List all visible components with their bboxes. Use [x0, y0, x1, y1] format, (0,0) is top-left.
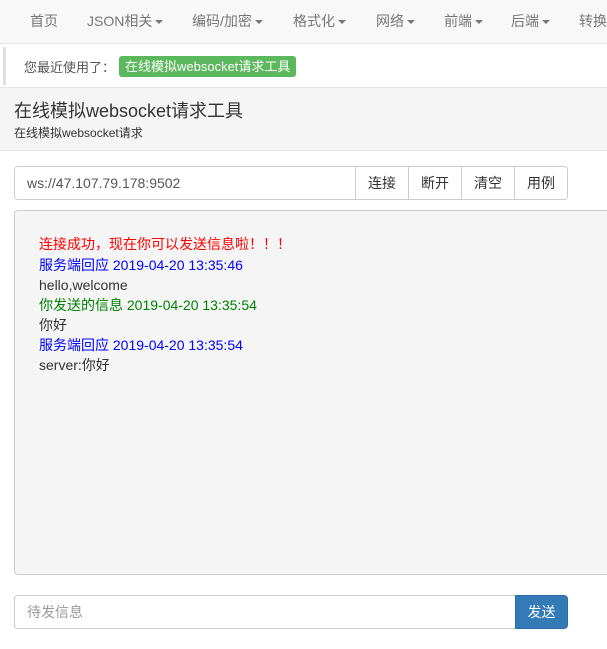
nav-item-label: 转换 — [579, 13, 607, 29]
nav-item-network[interactable]: 网络 — [376, 0, 415, 43]
nav-item-label: 格式化 — [293, 13, 335, 29]
caret-down-icon — [254, 20, 263, 25]
example-button[interactable]: 用例 — [514, 166, 568, 200]
log-message: hello,welcome — [39, 277, 128, 293]
log-client-header: 你发送的信息 2019-04-20 13:35:54 — [39, 297, 257, 313]
ws-url-input[interactable] — [14, 166, 356, 200]
nav-item-json[interactable]: JSON相关 — [87, 0, 164, 43]
nav-item-label: 首页 — [30, 13, 58, 29]
recent-bar-accent — [3, 47, 6, 85]
recent-tool-link[interactable]: 在线模拟websocket请求工具 — [119, 56, 297, 77]
nav-item-home[interactable]: 首页 — [30, 0, 58, 43]
disconnect-button[interactable]: 断开 — [408, 166, 462, 200]
nav-item-label: 编码/加密 — [192, 13, 252, 29]
top-navbar: 首页 JSON相关 编码/加密 格式化 网络 前端 后端 转换 — [0, 0, 607, 44]
nav-item-frontend[interactable]: 前端 — [444, 0, 483, 43]
message-input[interactable] — [14, 595, 516, 629]
caret-down-icon — [542, 20, 550, 25]
page-subtitle: 在线模拟websocket请求 — [14, 126, 143, 140]
nav-item-label: 前端 — [444, 13, 472, 29]
caret-down-icon — [338, 20, 346, 25]
connect-button[interactable]: 连接 — [355, 166, 409, 200]
send-button[interactable]: 发送 — [515, 595, 568, 629]
nav-item-encode[interactable]: 编码/加密 — [192, 0, 263, 43]
nav-item-label: 网络 — [376, 13, 404, 29]
nav-item-label: JSON相关 — [87, 13, 153, 29]
nav-item-label: 后端 — [511, 13, 539, 29]
caret-down-icon — [407, 20, 415, 25]
log-server-header: 服务端回应 2019-04-20 13:35:54 — [39, 337, 243, 353]
log-status-line: 连接成功，现在你可以发送信息啦！！！ — [39, 236, 291, 252]
caret-down-icon — [155, 20, 164, 25]
nav-item-format[interactable]: 格式化 — [293, 0, 346, 43]
page-title: 在线模拟websocket请求工具 — [14, 101, 244, 121]
nav-item-convert[interactable]: 转换 — [579, 0, 607, 43]
clear-button[interactable]: 清空 — [461, 166, 515, 200]
caret-down-icon — [475, 20, 483, 25]
log-message: server:你好 — [39, 357, 110, 373]
nav-item-backend[interactable]: 后端 — [511, 0, 550, 43]
log-message: 你好 — [39, 317, 67, 333]
log-server-header: 服务端回应 2019-04-20 13:35:46 — [39, 257, 243, 273]
recent-label: 您最近使用了： — [24, 60, 116, 75]
